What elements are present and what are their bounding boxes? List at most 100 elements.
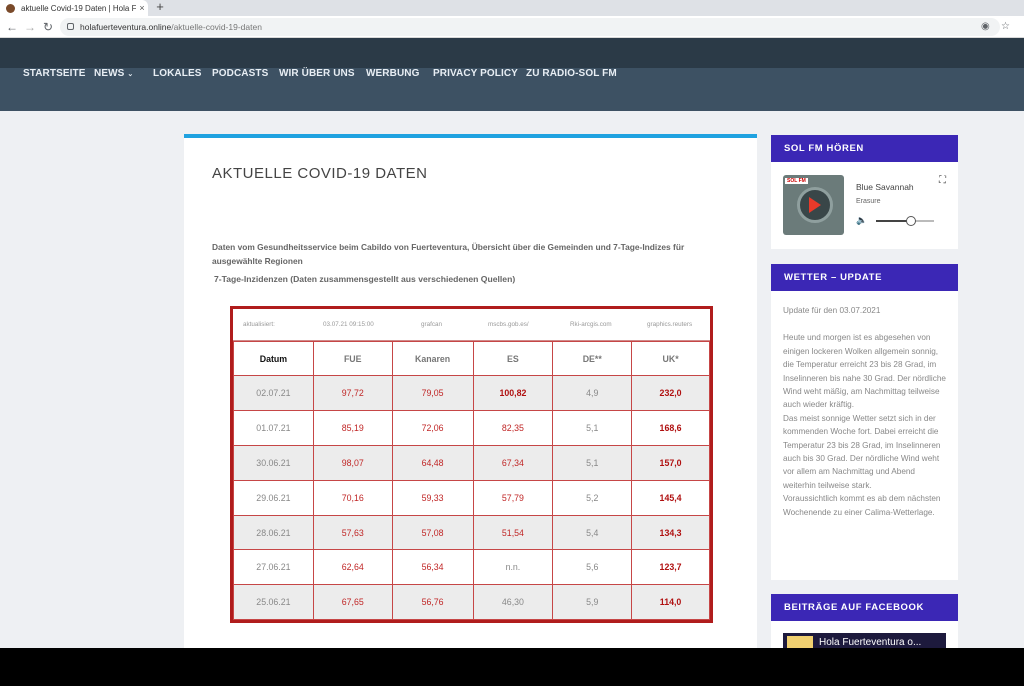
- favicon-icon: [6, 3, 15, 13]
- table-cell: 5,9: [552, 584, 633, 621]
- table-cell: 4,9: [552, 375, 633, 411]
- weather-updated: Update für den 03.07.2021: [783, 306, 881, 315]
- table-cell: 27.06.21: [233, 549, 314, 586]
- facebook-widget: BEITRÄGE AUF FACEBOOK Hola Fuerteventura…: [771, 594, 958, 648]
- column-header: Kanaren: [391, 341, 474, 376]
- table-cell: 232,0: [631, 375, 710, 411]
- table-subheading: 7-Tage-Inzidenzen (Daten zusammensgestel…: [214, 274, 516, 284]
- volume-slider[interactable]: [876, 216, 934, 226]
- meta-source: grafcan: [421, 321, 443, 328]
- radio-widget-heading: SOL FM HÖREN: [771, 135, 958, 162]
- nav-item-news[interactable]: NEWS ⌄: [94, 68, 133, 81]
- table-cell: 5,6: [552, 549, 633, 586]
- table-cell: n.n.: [472, 549, 554, 586]
- url-bar[interactable]: holafuerteventura.online/aktuelle-covid-…: [60, 18, 1000, 36]
- table-row: 29.06.21 70,16 59,33 57,79 5,2 145,4: [233, 479, 710, 516]
- fullscreen-icon[interactable]: ⛶: [939, 175, 946, 186]
- forward-icon[interactable]: →: [22, 19, 38, 35]
- table-cell: 56,76: [391, 584, 474, 621]
- table-cell: 72,06: [391, 409, 474, 446]
- table-cell: 114,0: [631, 584, 710, 621]
- star-icon[interactable]: ☆: [1001, 19, 1010, 35]
- page-title: AKTUELLE COVID-19 DATEN: [212, 165, 428, 182]
- table-cell: 62,64: [312, 549, 393, 586]
- meta-updated: 03.07.21 09:15:00: [323, 321, 374, 328]
- nav-item-werbung[interactable]: WERBUNG: [366, 68, 419, 80]
- facebook-page-banner[interactable]: Hola Fuerteventura o...: [783, 633, 946, 648]
- screen: aktuelle Covid-19 Daten | Hola F × + ← →…: [0, 0, 1024, 648]
- table-row: 27.06.21 62,64 56,34 n.n. 5,6 123,7: [233, 549, 710, 586]
- table-cell: 59,33: [391, 479, 474, 516]
- table-row: 02.07.21 97,72 79,05 100,82 4,9 232,0: [233, 375, 710, 411]
- column-header: UK*: [631, 341, 710, 376]
- back-icon[interactable]: ←: [4, 19, 20, 35]
- url-host: holafuerteventura.online: [80, 22, 172, 32]
- chevron-down-icon: ⌄: [127, 71, 134, 78]
- table-cell: 5,2: [552, 479, 633, 516]
- play-icon[interactable]: [809, 197, 821, 213]
- nav-item-news-label: NEWS: [94, 68, 125, 79]
- nav-item-radio-sol-fm[interactable]: ZU RADIO-SOL FM: [526, 68, 617, 80]
- covid-table-image: aktualisiert: 03.07.21 09:15:00 grafcan …: [230, 306, 713, 623]
- table-cell: 64,48: [391, 444, 474, 481]
- browser-toolbar: ← → ↻ holafuerteventura.online/aktuelle-…: [0, 16, 1024, 38]
- table-cell: 01.07.21: [233, 409, 314, 446]
- table-cell: 67,34: [472, 444, 554, 481]
- reload-icon[interactable]: ↻: [40, 19, 56, 35]
- browser-tab-bar: aktuelle Covid-19 Daten | Hola F × +: [0, 0, 1024, 16]
- table-cell: 29.06.21: [233, 479, 314, 516]
- meta-source: mscbs.gob.es/: [488, 321, 529, 328]
- column-header: ES: [472, 341, 554, 376]
- table-cell: 51,54: [472, 514, 554, 551]
- table-cell: 30.06.21: [233, 444, 314, 481]
- table-cell: 157,0: [631, 444, 710, 481]
- table-cell: 5,1: [552, 444, 633, 481]
- table-cell: 145,4: [631, 479, 710, 516]
- eye-slash-icon[interactable]: ◉: [981, 19, 990, 35]
- nav-item-startseite[interactable]: STARTSEITE: [23, 68, 85, 80]
- table-cell: 25.06.21: [233, 584, 314, 621]
- album-art: SOL FM: [783, 175, 844, 235]
- table-cell: 67,65: [312, 584, 393, 621]
- table-cell: 98,07: [312, 444, 393, 481]
- new-tab-button[interactable]: +: [153, 0, 167, 16]
- radio-widget: SOL FM HÖREN SOL FM Blue Savannah Erasur…: [771, 135, 958, 249]
- article-intro: Daten vom Gesundheitsservice beim Cabild…: [212, 242, 685, 266]
- table-row: 28.06.21 57,63 57,08 51,54 5,4 134,3: [233, 514, 710, 551]
- article-card: AKTUELLE COVID-19 DATEN Daten vom Gesund…: [184, 134, 757, 648]
- table-cell: 5,1: [552, 409, 633, 446]
- nav-item-lokales[interactable]: LOKALES: [153, 68, 201, 80]
- table-cell: 57,08: [391, 514, 474, 551]
- song-title: Blue Savannah: [856, 182, 914, 192]
- table-cell: 5,4: [552, 514, 633, 551]
- nav-item-wir-ueber-uns[interactable]: WIR ÜBER UNS: [279, 68, 355, 80]
- covid-table: Datum FUE Kanaren ES DE** UK* 02.07.21 9…: [233, 341, 710, 621]
- table-cell: 82,35: [472, 409, 554, 446]
- table-cell: 100,82: [472, 375, 554, 411]
- facebook-feed: Hola Fuerteventura o...: [771, 621, 958, 648]
- table-row: 01.07.21 85,19 72,06 82,35 5,1 168,6: [233, 409, 710, 446]
- tab-title: aktuelle Covid-19 Daten | Hola F: [21, 3, 136, 13]
- nav-item-podcasts[interactable]: PODCASTS: [212, 68, 268, 80]
- facebook-widget-heading: BEITRÄGE AUF FACEBOOK: [771, 594, 958, 621]
- weather-widget-heading: WETTER – UPDATE: [771, 264, 958, 291]
- browser-tab[interactable]: aktuelle Covid-19 Daten | Hola F ×: [0, 0, 148, 16]
- song-artist: Erasure: [856, 198, 881, 205]
- meta-label: aktualisiert:: [243, 321, 275, 328]
- table-header-row: Datum FUE Kanaren ES DE** UK*: [233, 341, 710, 376]
- table-meta-row: aktualisiert: 03.07.21 09:15:00 grafcan …: [233, 309, 710, 341]
- table-cell: 134,3: [631, 514, 710, 551]
- table-cell: 57,63: [312, 514, 393, 551]
- table-cell: 79,05: [391, 375, 474, 411]
- radio-player: SOL FM Blue Savannah Erasure ⛶ 🔈: [771, 162, 958, 244]
- weather-paragraph: Heute und morgen ist es abgesehen von ei…: [783, 333, 946, 410]
- weather-widget: WETTER – UPDATE Update für den 03.07.202…: [771, 264, 958, 580]
- table-cell: 46,30: [472, 584, 554, 621]
- volume-icon[interactable]: 🔈: [856, 215, 867, 226]
- column-header: FUE: [312, 341, 393, 376]
- station-logo-icon: SOL FM: [785, 178, 808, 184]
- nav-item-privacy-policy[interactable]: PRIVACY POLICY: [433, 68, 518, 80]
- volume-slider-handle[interactable]: [905, 216, 916, 226]
- table-row: 25.06.21 67,65 56,76 46,30 5,9 114,0: [233, 584, 710, 621]
- tab-close-icon[interactable]: ×: [136, 3, 148, 13]
